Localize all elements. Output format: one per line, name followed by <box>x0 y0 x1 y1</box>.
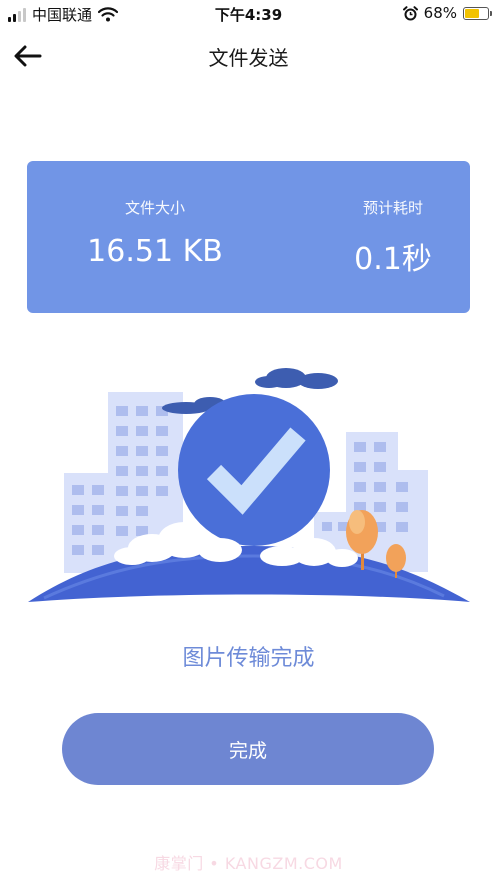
status-right: 68% <box>402 4 492 22</box>
page-title: 文件发送 <box>208 46 289 70</box>
file-size-label: 文件大小 <box>124 199 185 217</box>
battery-fill <box>465 8 480 18</box>
done-button[interactable]: 完成 <box>62 713 434 785</box>
done-button-label: 完成 <box>228 739 267 762</box>
file-send-screen: 中国联通 下午4:39 68% 文件发送 文件大小 16.51 KB 预计耗时 … <box>0 0 497 883</box>
status-bar: 中国联通 下午4:39 68% <box>0 0 497 30</box>
transfer-complete-message: 图片传输完成 <box>182 646 315 671</box>
nav-bar: 文件发送 <box>0 30 497 82</box>
battery-percent: 68% <box>423 4 457 22</box>
battery-icon <box>463 6 492 20</box>
estimated-time-value: 0.1秒 <box>354 242 432 277</box>
estimated-time-block: 预计耗时 0.1秒 <box>293 197 493 278</box>
file-size-value: 16.51 KB <box>87 234 223 269</box>
alarm-icon <box>402 5 418 20</box>
check-circle-icon <box>178 394 330 546</box>
watermark: 康掌门 • KANGZM.COM <box>154 854 343 873</box>
file-info-card: 文件大小 16.51 KB 预计耗时 0.1秒 <box>27 161 470 313</box>
transfer-success-illustration <box>28 368 470 602</box>
file-size-block: 文件大小 16.51 KB <box>55 197 255 269</box>
estimated-time-label: 预计耗时 <box>362 199 423 217</box>
